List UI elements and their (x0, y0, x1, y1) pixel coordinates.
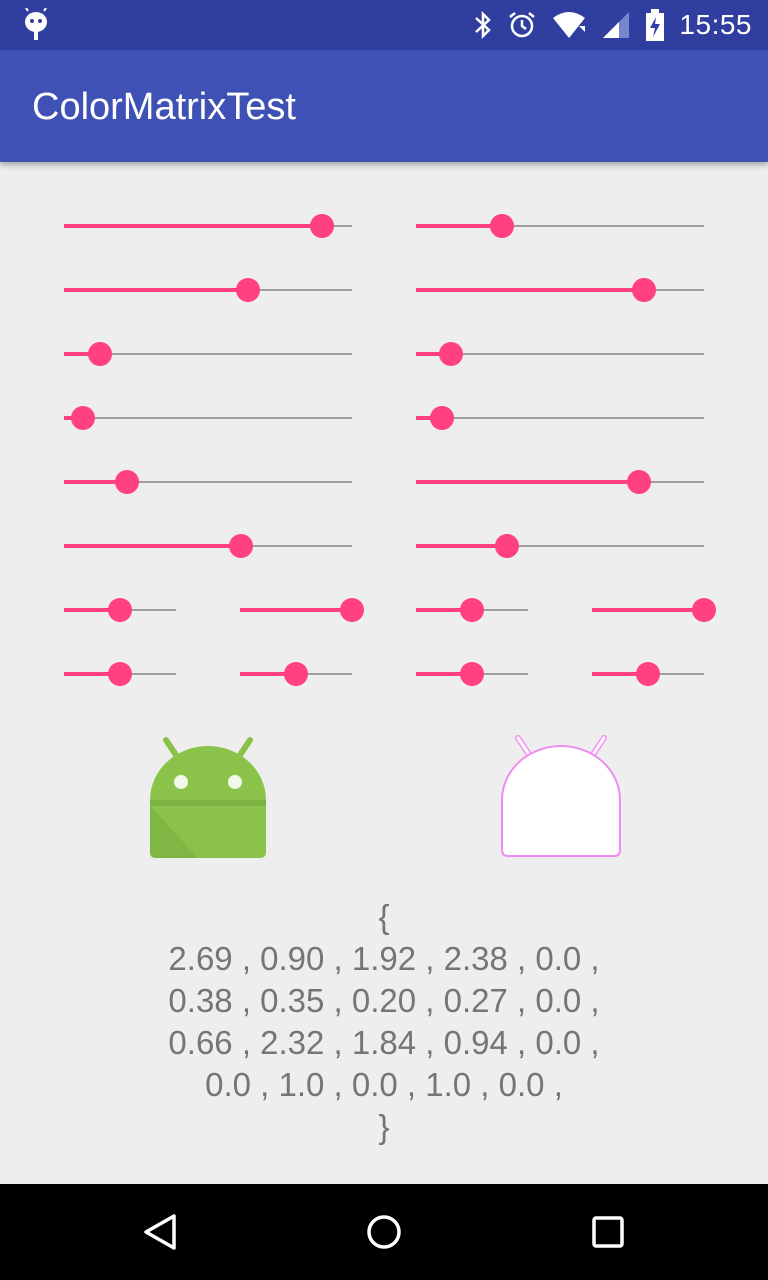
slider-fill (416, 544, 507, 548)
slider-thumb[interactable] (490, 214, 515, 238)
slider-small-row2-2[interactable] (240, 658, 352, 690)
slider-right-4[interactable] (416, 402, 704, 434)
recents-icon[interactable] (580, 1204, 636, 1260)
slider-right-5[interactable] (416, 466, 704, 498)
color-matrix-text: { 2.69 , 0.90 , 1.92 , 2.38 , 0.0 , 0.38… (0, 896, 768, 1148)
slider-left-4[interactable] (64, 402, 352, 434)
slider-thumb[interactable] (627, 470, 652, 494)
slider-thumb[interactable] (108, 598, 132, 622)
app-title: ColorMatrixTest (32, 86, 296, 128)
home-icon[interactable] (356, 1204, 412, 1260)
slider-thumb[interactable] (631, 278, 656, 302)
slider-small-row1-4[interactable] (592, 594, 716, 626)
status-bar: 15:55 (0, 0, 768, 50)
slider-thumb[interactable] (692, 598, 716, 622)
slider-fill (240, 608, 352, 612)
slider-left-3[interactable] (64, 338, 352, 370)
slider-small-row2-1[interactable] (64, 658, 176, 690)
slider-thumb[interactable] (460, 598, 484, 622)
slider-right-1[interactable] (416, 210, 704, 242)
status-time: 15:55 (679, 9, 752, 40)
alarm-icon (507, 10, 537, 40)
slider-fill (416, 288, 644, 292)
slider-small-row1-3[interactable] (416, 594, 528, 626)
slider-small-row2-4[interactable] (592, 658, 704, 690)
matrix-close-brace: } (378, 1108, 390, 1145)
slider-thumb[interactable] (636, 662, 660, 686)
slider-small-row1-2[interactable] (240, 594, 364, 626)
navigation-bar (0, 1184, 768, 1280)
slider-left-5[interactable] (64, 466, 352, 498)
slider-thumb[interactable] (284, 662, 308, 686)
back-icon[interactable] (132, 1204, 188, 1260)
slider-fill (416, 480, 640, 484)
slider-small-row2-3[interactable] (416, 658, 528, 690)
slider-thumb[interactable] (429, 406, 454, 430)
slider-thumb[interactable] (229, 534, 254, 558)
slider-left-1[interactable] (64, 210, 352, 242)
cell-signal-icon (601, 10, 631, 40)
slider-thumb[interactable] (460, 662, 484, 686)
slider-track (64, 417, 352, 419)
slider-small-row1-1[interactable] (64, 594, 176, 626)
slider-right-2[interactable] (416, 274, 704, 306)
slider-thumb[interactable] (309, 214, 334, 238)
matrix-open-brace: { (378, 898, 390, 935)
slider-fill (64, 288, 249, 292)
slider-fill (64, 544, 242, 548)
bluetooth-icon (473, 10, 493, 40)
matrix-row-2: 0.38 , 0.35 , 0.20 , 0.27 , 0.0 , (168, 982, 600, 1019)
slider-thumb[interactable] (494, 534, 519, 558)
slider-right-3[interactable] (416, 338, 704, 370)
slider-right-6[interactable] (416, 530, 704, 562)
android-robot-icon (148, 736, 268, 865)
slider-track (416, 417, 704, 419)
slider-thumb[interactable] (340, 598, 364, 622)
slider-fill (64, 224, 322, 228)
matrix-row-1: 2.69 , 0.90 , 1.92 , 2.38 , 0.0 , (168, 940, 600, 977)
slider-fill (592, 608, 704, 612)
wifi-icon (551, 10, 587, 40)
slider-left-2[interactable] (64, 274, 352, 306)
battery-charging-icon (645, 9, 665, 41)
slider-thumb[interactable] (115, 470, 140, 494)
slider-thumb[interactable] (70, 406, 95, 430)
slider-left-6[interactable] (64, 530, 352, 562)
matrix-row-4: 0.0 , 1.0 , 0.0 , 1.0 , 0.0 , (205, 1066, 563, 1103)
slider-thumb[interactable] (108, 662, 132, 686)
app-bar: ColorMatrixTest (0, 50, 768, 162)
slider-thumb[interactable] (88, 342, 112, 366)
debug-icon (22, 7, 50, 47)
slider-thumb[interactable] (438, 342, 463, 366)
slider-thumb[interactable] (236, 278, 261, 302)
android-robot-filtered-icon (498, 734, 624, 865)
matrix-row-3: 0.66 , 2.32 , 1.84 , 0.94 , 0.0 , (168, 1024, 600, 1061)
